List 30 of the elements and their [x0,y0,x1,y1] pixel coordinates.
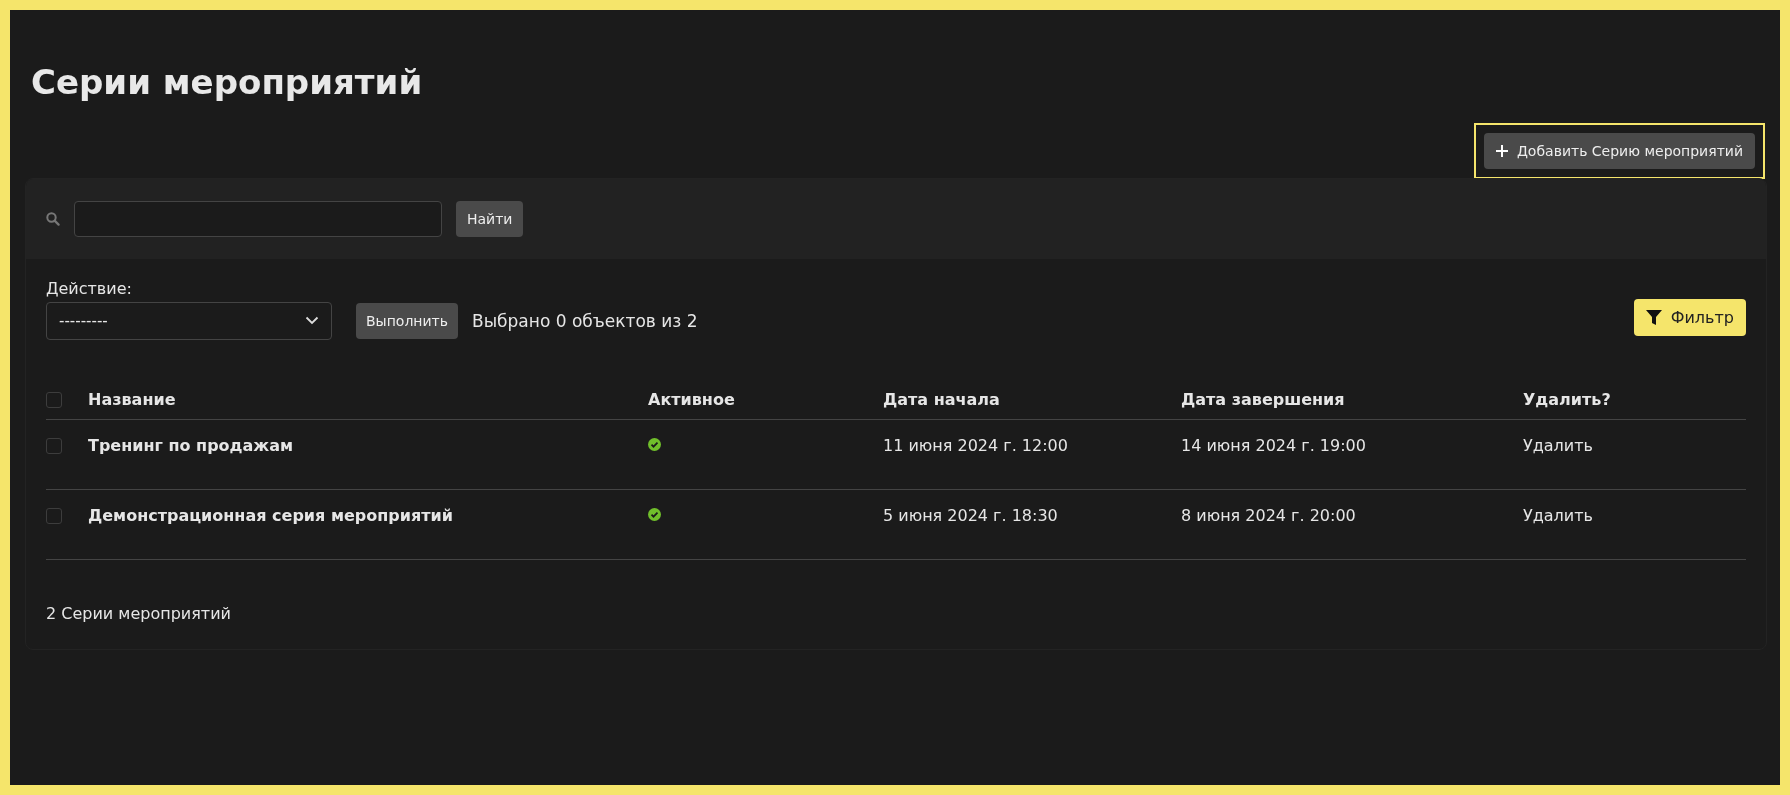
add-series-button[interactable]: Добавить Серию мероприятий [1483,132,1755,169]
row-checkbox[interactable] [46,438,62,455]
selection-count: Выбрано 0 объектов из 2 [472,310,698,331]
start-date: 11 июня 2024 г. 12:00 [883,435,1068,455]
select-all-checkbox[interactable] [46,392,62,409]
page-title: Серии мероприятий [31,62,424,103]
search-button[interactable]: Найти [456,200,524,237]
search-icon [46,211,60,226]
search-field[interactable] [74,200,442,237]
plus-icon [1495,144,1508,157]
column-header: Дата завершения [1181,389,1345,409]
delete-link[interactable]: Удалить [1523,505,1593,525]
filter-button[interactable]: Фильтр [1633,298,1746,336]
column-header: Удалить? [1523,389,1611,409]
series-name-link[interactable]: Тренинг по продажам [88,435,294,455]
row-checkbox[interactable] [46,508,62,525]
chevron-down-icon [305,316,319,326]
action-label: Действие: [46,278,133,298]
action-dropdown[interactable]: --------- [46,301,332,340]
run-button[interactable]: Выполнить [356,302,458,339]
column-header: Активное [648,389,735,409]
start-date: 5 июня 2024 г. 18:30 [883,505,1058,525]
column-header: Дата начала [883,389,1000,409]
end-date: 14 июня 2024 г. 19:00 [1181,435,1366,455]
end-date: 8 июня 2024 г. 20:00 [1181,505,1356,525]
delete-link[interactable]: Удалить [1523,435,1593,455]
column-header: Название [88,389,176,409]
funnel-icon [1645,309,1662,325]
results-count: 2 Серии мероприятий [46,603,232,623]
series-name-link[interactable]: Демонстрационная серия мероприятий [88,505,453,525]
